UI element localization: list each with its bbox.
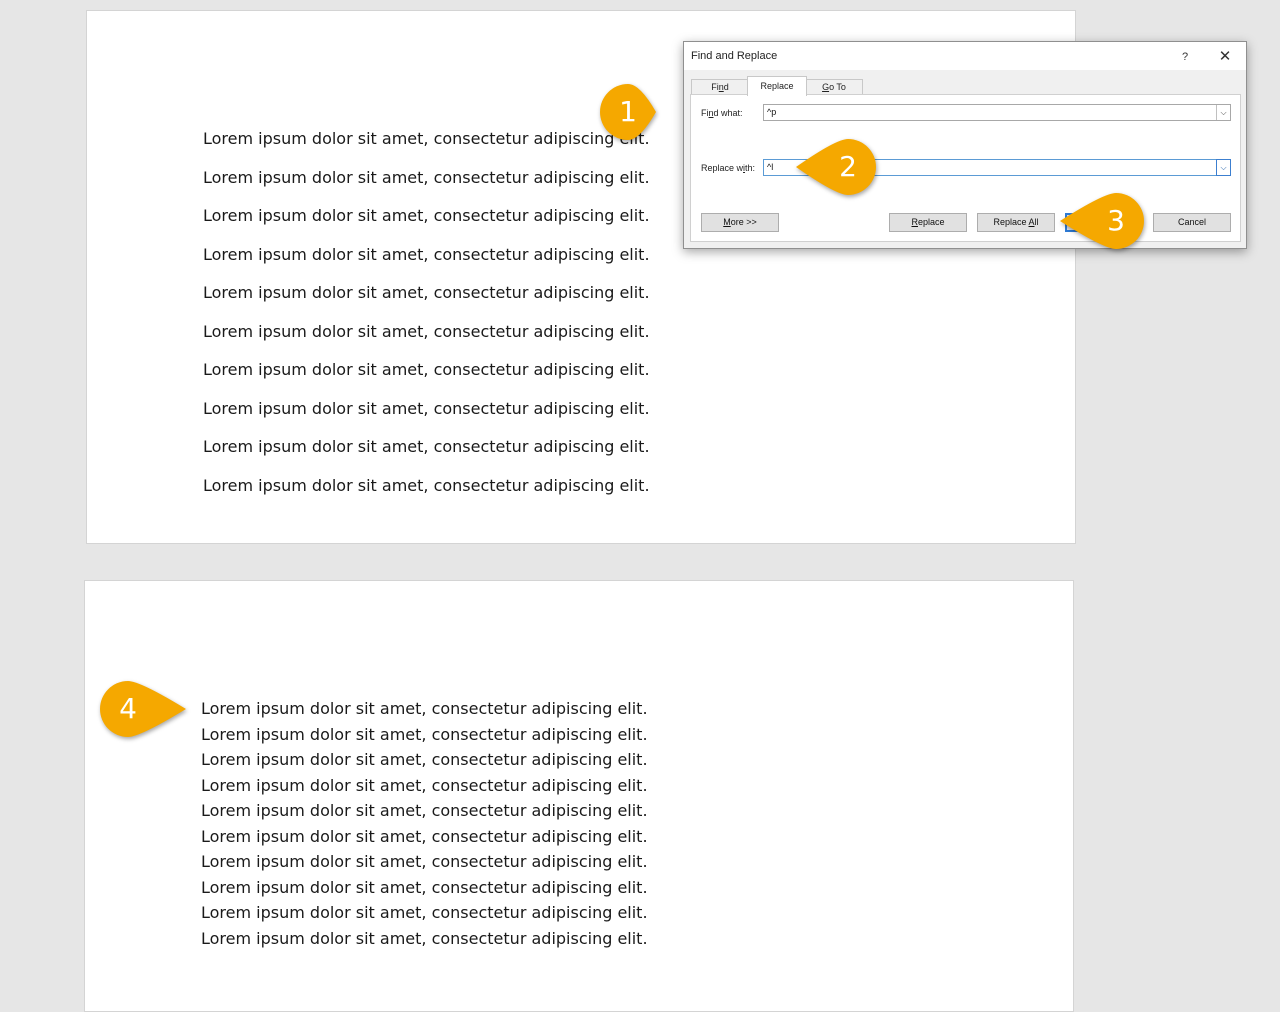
replace-tab-panel: Find what: ^p ⌵ Replace with: ^l ⌵ More … <box>690 94 1241 242</box>
more-button[interactable]: More >> <box>701 213 779 232</box>
replace-with-label-post: th: <box>745 163 756 173</box>
callout-3-number: 3 <box>1107 204 1125 237</box>
replace-all-button[interactable]: Replace All <box>977 213 1055 232</box>
find-what-label-pre: Fi <box>701 108 709 118</box>
tab-replace-label-pre: Re <box>760 81 772 91</box>
tab-replace-label-post: lace <box>777 81 794 91</box>
tab-find-label-post: d <box>723 82 729 92</box>
paragraph-line[interactable]: Lorem ipsum dolor sit amet, consectetur … <box>203 206 650 225</box>
find-what-label-post: d what: <box>713 108 743 118</box>
close-button[interactable]: ✕ <box>1210 46 1240 68</box>
callout-4: 4 <box>98 679 186 739</box>
find-what-label: Find what: <box>701 108 743 118</box>
paragraph-line[interactable]: Lorem ipsum dolor sit amet, consectetur … <box>201 929 648 948</box>
paragraph-line[interactable]: Lorem ipsum dolor sit amet, consectetur … <box>203 437 650 456</box>
paragraph-line[interactable]: Lorem ipsum dolor sit amet, consectetur … <box>203 476 650 495</box>
document-page-2: Lorem ipsum dolor sit amet, consectetur … <box>84 580 1074 1012</box>
tab-find[interactable]: Find <box>691 79 749 95</box>
replace-all-label-pre: Replace <box>993 217 1029 227</box>
tab-find-label-pre: Fi <box>711 82 719 92</box>
more-access-key: M <box>723 217 731 227</box>
paragraph-line[interactable]: Lorem ipsum dolor sit amet, consectetur … <box>201 699 648 718</box>
find-replace-dialog: Find and Replace ? ✕ Find Replace Go To … <box>683 41 1247 249</box>
help-button[interactable]: ? <box>1170 46 1200 68</box>
callout-2: 2 <box>796 137 878 197</box>
chevron-down-icon[interactable]: ⌵ <box>1216 105 1230 120</box>
callout-4-number: 4 <box>119 692 137 725</box>
callout-3: 3 <box>1060 191 1146 251</box>
paragraph-line[interactable]: Lorem ipsum dolor sit amet, consectetur … <box>203 283 650 302</box>
paragraph-line[interactable]: Lorem ipsum dolor sit amet, consectetur … <box>201 776 648 795</box>
paragraph-line[interactable]: Lorem ipsum dolor sit amet, consectetur … <box>203 399 650 418</box>
tab-replace[interactable]: Replace <box>747 76 807 96</box>
callout-2-number: 2 <box>839 150 857 183</box>
replace-label: eplace <box>917 217 945 227</box>
paragraph-line[interactable]: Lorem ipsum dolor sit amet, consectetur … <box>201 852 648 871</box>
callout-1: 1 <box>598 82 658 142</box>
cancel-button[interactable]: Cancel <box>1153 213 1231 232</box>
dialog-title: Find and Replace <box>691 50 778 62</box>
paragraph-line[interactable]: Lorem ipsum dolor sit amet, consectetur … <box>203 245 650 264</box>
tab-go-to[interactable]: Go To <box>805 79 863 95</box>
paragraph-line[interactable]: Lorem ipsum dolor sit amet, consectetur … <box>201 878 648 897</box>
paragraph-line[interactable]: Lorem ipsum dolor sit amet, consectetur … <box>201 827 648 846</box>
replace-with-label-pre: Replace w <box>701 163 744 173</box>
replace-all-label-post: ll <box>1034 217 1039 227</box>
replace-with-value: ^l <box>767 162 774 172</box>
more-label: ore >> <box>730 217 757 227</box>
paragraph-line[interactable]: Lorem ipsum dolor sit amet, consectetur … <box>201 750 648 769</box>
tab-goto-label-post: o To <box>829 82 846 92</box>
paragraph-line[interactable]: Lorem ipsum dolor sit amet, consectetur … <box>203 129 650 148</box>
callout-1-number: 1 <box>619 95 637 128</box>
find-what-value: ^p <box>767 107 777 117</box>
paragraph-line[interactable]: Lorem ipsum dolor sit amet, consectetur … <box>203 322 650 341</box>
paragraph-line[interactable]: Lorem ipsum dolor sit amet, consectetur … <box>201 903 648 922</box>
dialog-titlebar[interactable]: Find and Replace ? ✕ <box>684 42 1246 70</box>
replace-with-label: Replace with: <box>701 163 755 173</box>
chevron-down-icon[interactable]: ⌵ <box>1216 159 1231 176</box>
find-what-input[interactable]: ^p ⌵ <box>763 104 1231 121</box>
replace-button[interactable]: Replace <box>889 213 967 232</box>
paragraph-line[interactable]: Lorem ipsum dolor sit amet, consectetur … <box>201 725 648 744</box>
paragraph-line[interactable]: Lorem ipsum dolor sit amet, consectetur … <box>203 360 650 379</box>
paragraph-line[interactable]: Lorem ipsum dolor sit amet, consectetur … <box>203 168 650 187</box>
paragraph-line[interactable]: Lorem ipsum dolor sit amet, consectetur … <box>201 801 648 820</box>
